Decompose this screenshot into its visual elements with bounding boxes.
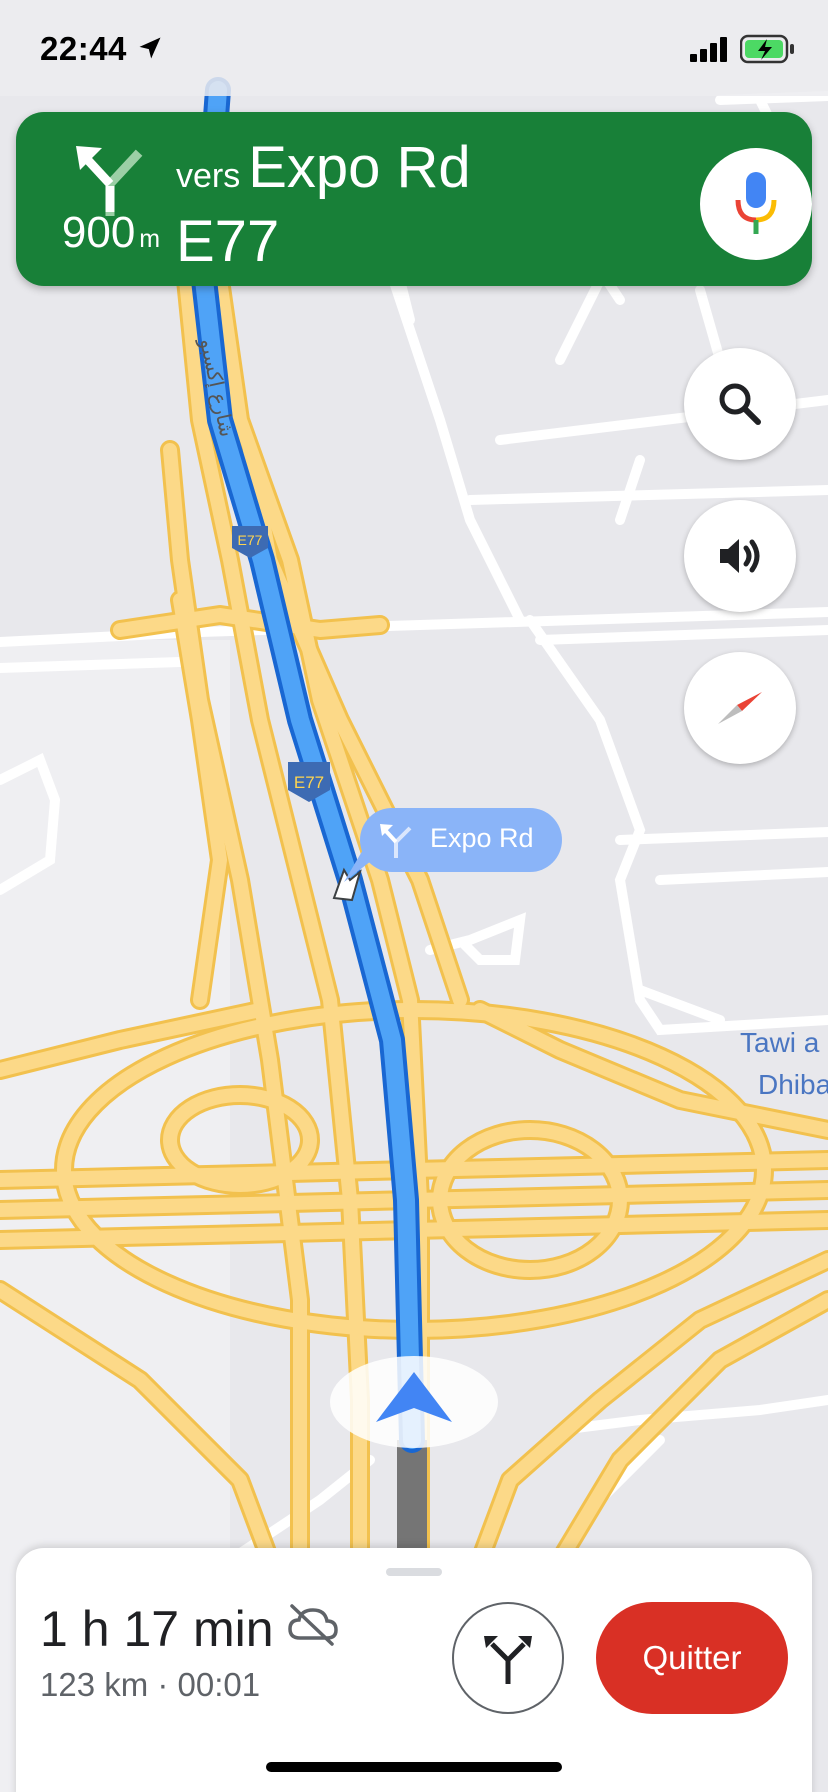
- home-indicator[interactable]: [266, 1762, 562, 1772]
- road-shield-label: E77: [294, 773, 324, 792]
- fork-left-turn-icon: [76, 146, 143, 216]
- turn-callout[interactable]: Expo Rd: [360, 808, 562, 872]
- road-shield-label: E77: [238, 532, 263, 548]
- trip-duration: 1 h 17 min: [40, 1600, 274, 1658]
- street-name: Expo Rd: [248, 135, 471, 200]
- trip-summary-sheet[interactable]: 1 h 17 min 123 km · 00:01 Quitter: [16, 1548, 812, 1792]
- location-arrow-icon: [139, 37, 161, 59]
- weather-cloud-off-icon: [288, 1604, 338, 1646]
- search-icon: [719, 383, 761, 425]
- trip-details: 123 km · 00:01: [40, 1666, 261, 1703]
- alternate-routes-button[interactable]: [452, 1602, 564, 1714]
- instruction-prefix: vers: [176, 157, 241, 195]
- hours-unit: h: [81, 1601, 110, 1657]
- fork-left-turn-icon: [380, 824, 412, 858]
- battery-charging-icon: [740, 34, 794, 64]
- distance-to-turn: 900 m: [36, 208, 186, 258]
- volume-icon: [720, 539, 760, 573]
- microphone-icon: [735, 172, 777, 234]
- quit-button[interactable]: Quitter: [596, 1602, 788, 1714]
- distance-unit: m: [139, 225, 161, 253]
- signal-icon: [690, 37, 727, 62]
- voice-search-button[interactable]: [700, 148, 812, 260]
- place-label-line: Dhiba: [758, 1069, 828, 1100]
- callout-label: Expo Rd: [430, 823, 534, 853]
- mute-button[interactable]: [684, 500, 796, 612]
- turn-instruction: vers Expo Rd: [176, 134, 471, 201]
- alternate-routes-icon: [484, 1636, 532, 1684]
- duration-hours: 1: [40, 1601, 68, 1657]
- navigation-banner[interactable]: 900 m vers Expo Rd E77: [16, 112, 812, 286]
- compass-button[interactable]: [684, 652, 796, 764]
- search-button[interactable]: [684, 348, 796, 460]
- compass-icon: [718, 692, 762, 724]
- place-label: Tawi a Dhiba: [740, 1022, 828, 1106]
- minutes-unit: min: [192, 1601, 274, 1657]
- distance-value: 900: [61, 208, 136, 257]
- sheet-handle[interactable]: [386, 1568, 442, 1576]
- duration-minutes: 17: [123, 1601, 180, 1657]
- status-bar: 22:44: [0, 0, 828, 96]
- place-label-line: Tawi a: [740, 1027, 820, 1058]
- status-time: 22:44: [40, 30, 127, 67]
- road-code: E77: [176, 209, 280, 274]
